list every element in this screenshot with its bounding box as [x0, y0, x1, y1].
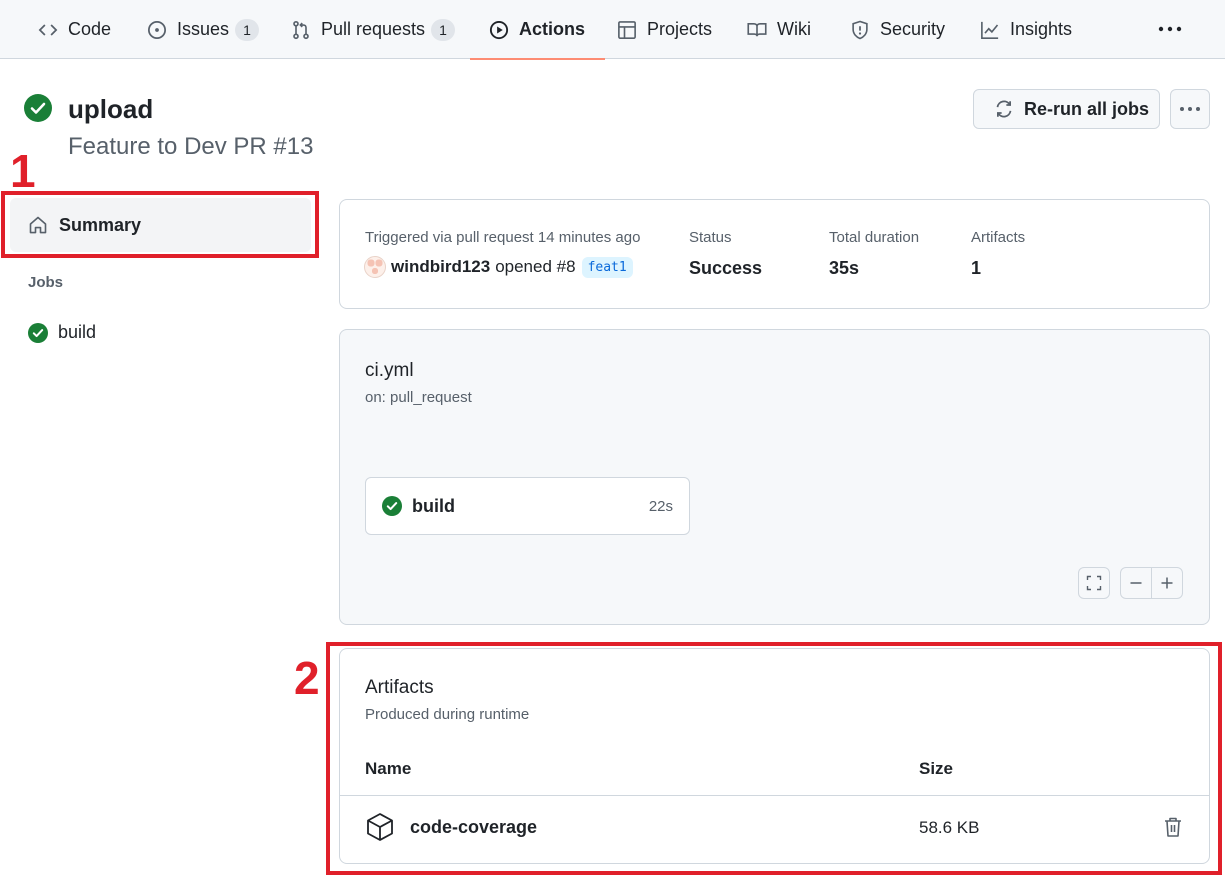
sidebar-summary-label: Summary [59, 214, 142, 235]
artifact-link[interactable]: code-coverage [366, 812, 537, 842]
tab-projects[interactable]: Projects [617, 0, 712, 59]
plus-icon [1161, 577, 1173, 589]
issues-counter: 1 [235, 18, 260, 41]
sidebar-item-build[interactable]: build [28, 322, 96, 343]
run-title: upload [68, 94, 154, 124]
sidebar-jobs-heading: Jobs [28, 274, 64, 291]
book-icon [747, 20, 767, 40]
fullscreen-button[interactable] [1078, 567, 1110, 599]
tab-label: Security [880, 19, 946, 39]
artifacts-count-label: Artifacts [971, 229, 1026, 246]
run-more-button[interactable] [1170, 89, 1210, 129]
kebab-horizontal-icon [1180, 107, 1200, 111]
table-icon [617, 20, 637, 40]
delete-artifact-button[interactable] [1163, 816, 1183, 838]
rerun-all-jobs-button[interactable]: Re-run all jobs [973, 89, 1160, 129]
graph-job-name: build [412, 495, 455, 516]
tab-insights[interactable]: Insights [980, 0, 1072, 59]
actor-action[interactable]: opened #8 [495, 257, 575, 277]
workflow-trigger: on: pull_request [365, 389, 472, 406]
tab-security[interactable]: Security [850, 0, 945, 59]
rerun-label: Re-run all jobs [1024, 98, 1150, 119]
screen-full-icon [1086, 575, 1102, 591]
tab-issues[interactable]: Issues 1 [147, 0, 260, 59]
nav-more-button[interactable] [1150, 14, 1190, 44]
shield-icon [850, 20, 870, 40]
tab-label: Insights [1010, 19, 1073, 39]
workflow-file-name[interactable]: ci.yml [365, 360, 414, 382]
play-icon [489, 20, 509, 40]
success-check-icon [28, 322, 48, 343]
git-pull-request-icon [291, 20, 311, 40]
minus-icon [1130, 582, 1142, 584]
tab-label: Issues [177, 19, 230, 39]
avatar[interactable] [364, 256, 386, 278]
artifacts-subtitle: Produced during runtime [365, 706, 530, 723]
trigger-actor: windbird123 opened #8 feat1 [364, 256, 633, 278]
trigger-text: Triggered via pull request 14 minutes ag… [365, 229, 641, 246]
package-icon [366, 812, 394, 842]
zoom-out-button[interactable] [1120, 567, 1152, 599]
repo-nav: Code Issues 1 Pull requests 1 Actions Pr… [0, 0, 1225, 60]
artifact-name: code-coverage [410, 816, 538, 837]
graph-job-build[interactable]: build 22s [365, 477, 690, 535]
success-check-icon [24, 94, 52, 122]
home-icon [28, 215, 48, 235]
duration-value: 35s [829, 258, 860, 278]
success-check-icon [382, 496, 402, 516]
branch-label[interactable]: feat1 [581, 256, 633, 278]
tab-label: Wiki [777, 19, 811, 39]
tab-label: Actions [519, 19, 586, 39]
pull-requests-counter: 1 [431, 18, 456, 41]
sidebar-job-label: build [58, 322, 97, 342]
graph-icon [980, 20, 1000, 40]
actor-link[interactable]: windbird123 [391, 257, 490, 277]
tab-label: Projects [647, 19, 713, 39]
run-subtitle: Feature to Dev PR #13 [68, 133, 314, 160]
run-summary-card [339, 199, 1210, 309]
tab-label: Pull requests [321, 19, 426, 39]
column-header-name: Name [365, 759, 412, 778]
active-tab-underline [470, 58, 606, 60]
issue-opened-icon [147, 20, 167, 40]
tab-label: Code [68, 19, 112, 39]
tab-actions[interactable]: Actions [470, 0, 606, 60]
kebab-horizontal-icon [1158, 26, 1182, 32]
annotation-number-1: 1 [10, 145, 36, 197]
graph-job-duration: 22s [648, 497, 673, 515]
tab-pull-requests[interactable]: Pull requests 1 [291, 0, 456, 59]
table-divider [340, 795, 1209, 796]
code-icon [38, 20, 58, 40]
status-value: Success [689, 258, 763, 278]
annotation-number-2: 2 [294, 652, 320, 704]
zoom-in-button[interactable] [1151, 567, 1183, 599]
status-label: Status [689, 229, 732, 246]
artifacts-title: Artifacts [365, 677, 434, 698]
duration-label: Total duration [829, 229, 920, 246]
artifacts-count-value[interactable]: 1 [971, 258, 981, 279]
trash-icon [1165, 817, 1181, 837]
artifact-size: 58.6 KB [919, 818, 980, 837]
tab-code[interactable]: Code [38, 0, 111, 59]
sidebar-item-summary[interactable]: Summary [10, 198, 311, 252]
sync-icon [994, 99, 1014, 119]
tab-wiki[interactable]: Wiki [747, 0, 811, 59]
column-header-size: Size [919, 759, 954, 778]
